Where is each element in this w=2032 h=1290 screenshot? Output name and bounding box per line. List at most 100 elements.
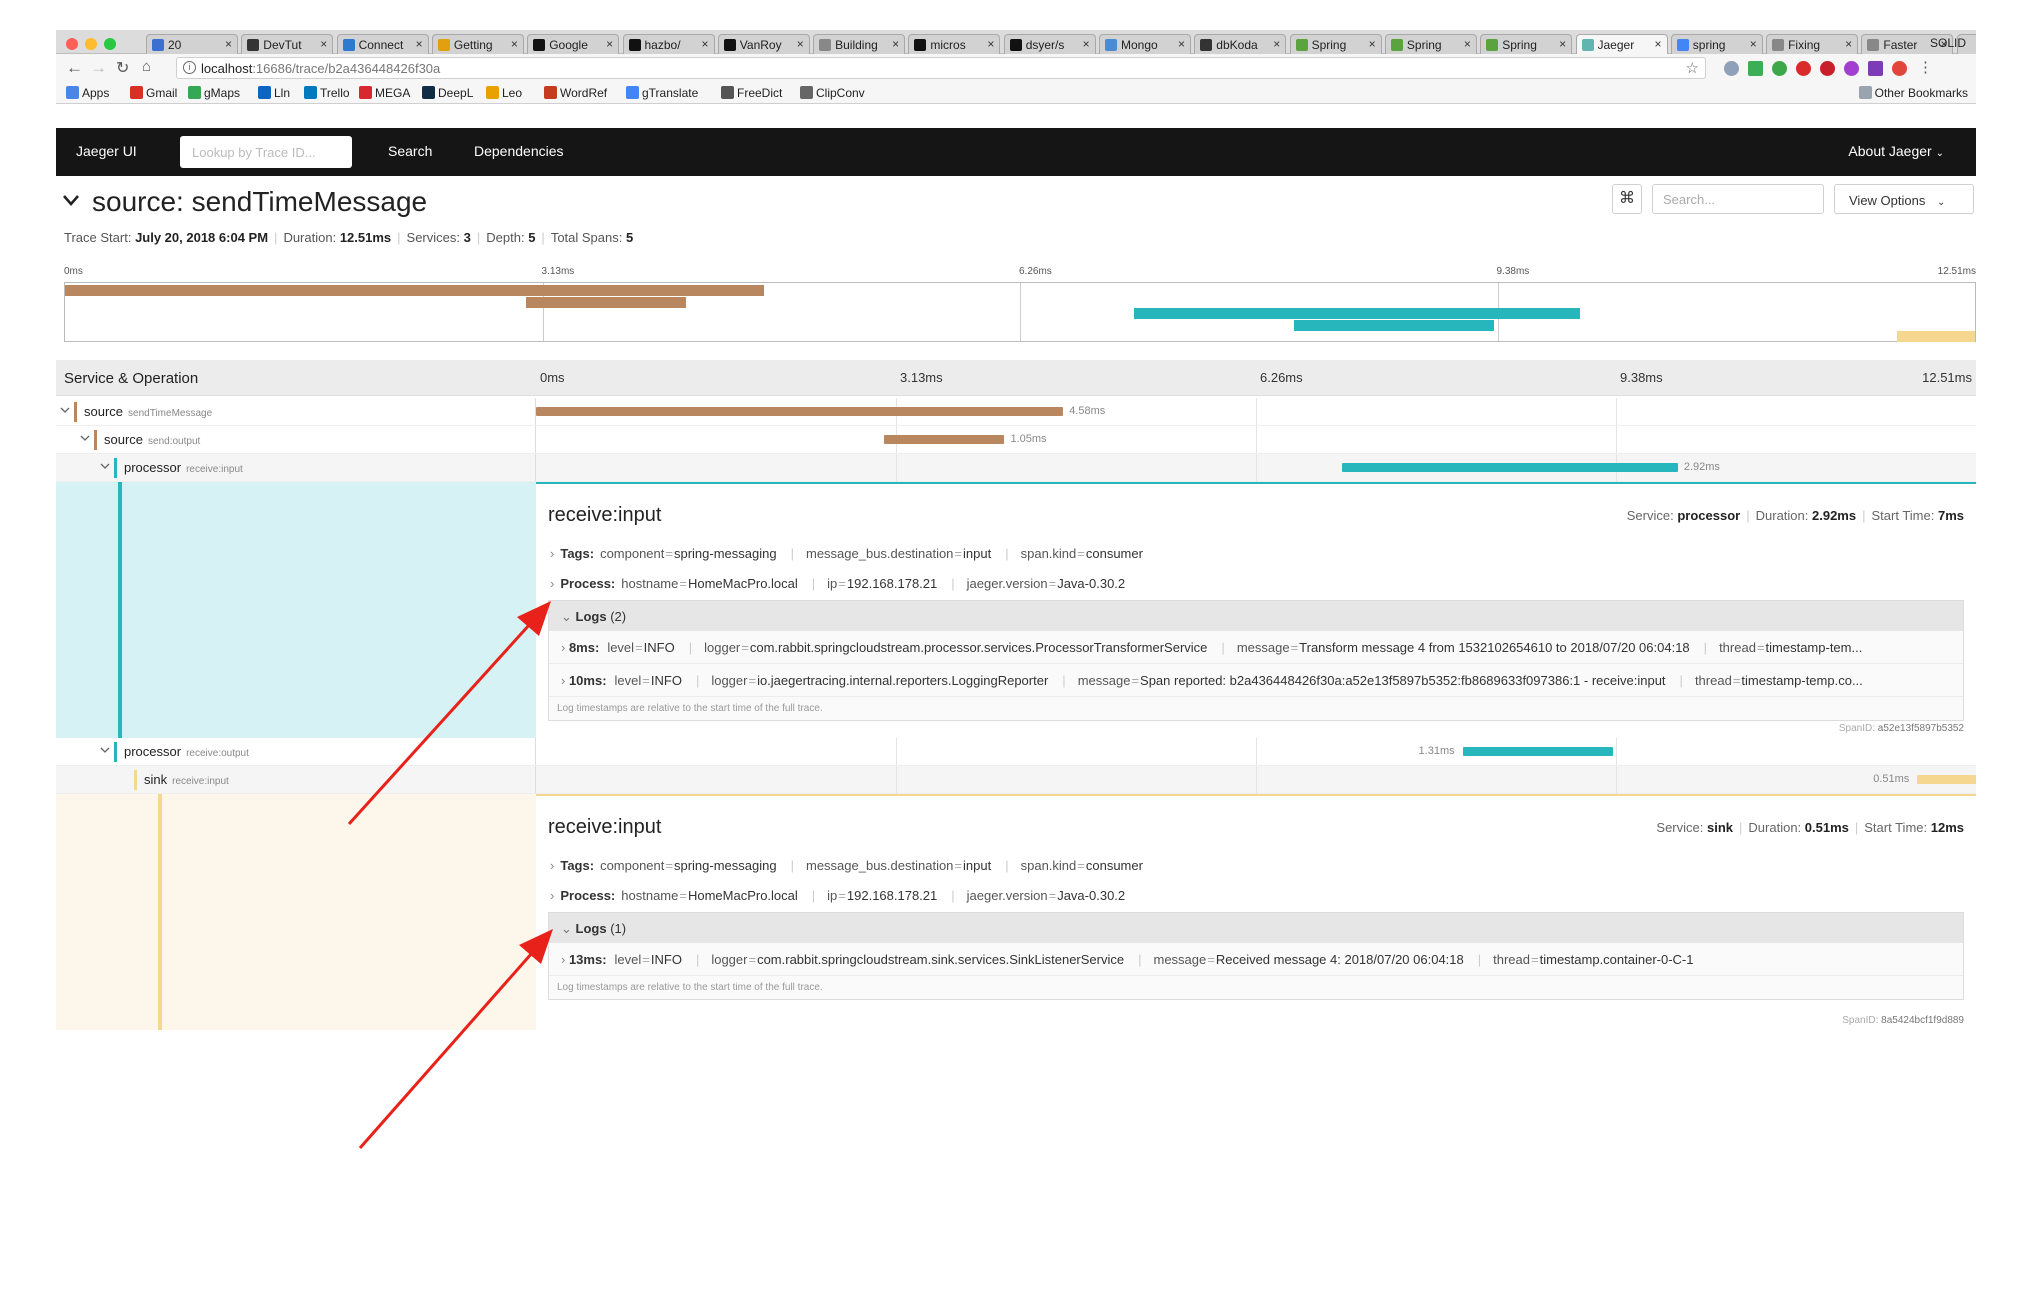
tags-section[interactable]: › Tags: component=spring-messaging | message…	[550, 858, 1157, 873]
browser-tab[interactable]: 20 ×	[146, 34, 238, 54]
url-field[interactable]: i localhost:16686/trace/b2a436448426f30a…	[176, 57, 1706, 79]
trace-minimap[interactable]: 0ms 3.13ms 6.26ms 9.38ms 12.51ms	[64, 260, 1976, 352]
browser-tab[interactable]: dbKoda ×	[1194, 34, 1287, 54]
browser-tab[interactable]: Mongo ×	[1099, 34, 1191, 54]
bookmark-item[interactable]: FreeDict	[721, 86, 782, 100]
extension-icon[interactable]	[1820, 61, 1835, 76]
tab-close-icon[interactable]: ×	[892, 37, 899, 51]
expand-toggle-icon[interactable]	[60, 405, 70, 415]
keyboard-shortcuts-button[interactable]: ⌘	[1612, 184, 1642, 214]
browser-tab[interactable]: dsyer/s ×	[1003, 34, 1096, 54]
trace-search-input[interactable]	[1652, 184, 1824, 214]
span-timeline-cell[interactable]: 2.92ms	[536, 454, 1976, 481]
span-row[interactable]: processor receive:input 2.92ms	[56, 454, 1976, 482]
browser-tab[interactable]: VanRoy ×	[717, 34, 810, 54]
browser-tab[interactable]: Google ×	[527, 34, 620, 54]
chevron-down-icon[interactable]: ⌄	[561, 921, 576, 936]
span-bar[interactable]	[1462, 747, 1614, 756]
reload-icon[interactable]: ↻	[116, 58, 129, 78]
bookmark-item[interactable]: DeepL	[422, 86, 473, 100]
span-name-cell[interactable]: source send:output	[56, 426, 536, 453]
back-arrow-icon[interactable]: ←	[66, 58, 83, 78]
browser-tab[interactable]: Building ×	[813, 34, 906, 54]
span-timeline-cell[interactable]: 4.58ms	[536, 398, 1976, 425]
home-icon[interactable]: ⌂	[142, 58, 151, 75]
other-bookmarks[interactable]: Other Bookmarks	[1858, 86, 1968, 100]
log-entry[interactable]: › 8ms: level=INFO | logger=com.rabbit.sprin…	[549, 631, 1963, 664]
chevron-right-icon[interactable]: ›	[550, 576, 554, 591]
tab-close-icon[interactable]: ×	[1083, 37, 1090, 51]
bookmark-item[interactable]: WordRef	[544, 86, 607, 100]
tab-close-icon[interactable]: ×	[701, 37, 708, 51]
tab-close-icon[interactable]: ×	[797, 37, 804, 51]
tab-close-icon[interactable]: ×	[1178, 37, 1185, 51]
extension-icon[interactable]	[1844, 61, 1859, 76]
minimap-canvas[interactable]	[64, 282, 1976, 343]
tab-close-icon[interactable]: ×	[320, 37, 327, 51]
close-window-button[interactable]	[66, 38, 78, 50]
bookmark-item[interactable]: Leo	[486, 86, 522, 100]
profile-label[interactable]: SOLID	[1930, 36, 1966, 50]
minimize-window-button[interactable]	[85, 38, 97, 50]
span-timeline-cell[interactable]: 1.31ms	[536, 738, 1976, 765]
chevron-right-icon[interactable]: ›	[550, 546, 554, 561]
tab-close-icon[interactable]: ×	[1845, 37, 1852, 51]
chevron-down-icon[interactable]: ⌄	[561, 609, 576, 624]
browser-tab[interactable]: Spring ×	[1480, 34, 1573, 54]
info-icon[interactable]: i	[183, 61, 196, 74]
about-jaeger-menu[interactable]: About Jaeger ⌄	[1848, 143, 1944, 159]
tab-close-icon[interactable]: ×	[1273, 37, 1280, 51]
tab-close-icon[interactable]: ×	[1369, 37, 1376, 51]
expand-toggle-icon[interactable]	[100, 461, 110, 471]
span-row[interactable]: sink receive:input 0.51ms	[56, 766, 1976, 794]
browser-tab[interactable]: Getting ×	[431, 34, 524, 54]
logs-toggle[interactable]: ⌄ Logs (2)	[549, 601, 1963, 631]
menu-icon[interactable]: ⋮	[1918, 58, 1933, 76]
tab-close-icon[interactable]: ×	[511, 37, 518, 51]
bookmark-item[interactable]: gMaps	[188, 86, 240, 100]
browser-tab[interactable]: micros ×	[908, 34, 1001, 54]
span-name-cell[interactable]: processor receive:input	[56, 454, 536, 481]
process-section[interactable]: › Process: hostname=HomeMacPro.local | ip=19…	[550, 888, 1139, 903]
browser-tab[interactable]: Spring ×	[1289, 34, 1382, 54]
tab-close-icon[interactable]: ×	[416, 37, 423, 51]
maximize-window-button[interactable]	[104, 38, 116, 50]
extension-icon[interactable]	[1748, 61, 1763, 76]
tab-close-icon[interactable]: ×	[606, 37, 613, 51]
browser-tab[interactable]: Jaeger ×	[1575, 34, 1668, 54]
browser-tab[interactable]: hazbo/ ×	[622, 34, 715, 54]
chevron-right-icon[interactable]: ›	[561, 673, 569, 688]
onenote-icon[interactable]	[1868, 61, 1883, 76]
tab-close-icon[interactable]: ×	[1750, 37, 1757, 51]
span-row[interactable]: source send:output 1.05ms	[56, 426, 1976, 454]
chevron-right-icon[interactable]: ›	[561, 952, 569, 967]
tab-close-icon[interactable]: ×	[225, 37, 232, 51]
tab-close-icon[interactable]: ×	[1559, 37, 1566, 51]
log-entry[interactable]: › 10ms: level=INFO | logger=io.jaegertracin…	[549, 664, 1963, 697]
span-bar[interactable]	[883, 435, 1005, 444]
span-name-cell[interactable]: sink receive:input	[56, 766, 536, 793]
brand-link[interactable]: Jaeger UI	[76, 143, 137, 159]
browser-tab[interactable]: DevTut ×	[241, 34, 334, 54]
tab-close-icon[interactable]: ×	[1464, 37, 1471, 51]
bookmark-item[interactable]: MEGA	[359, 86, 410, 100]
trace-id-lookup-input[interactable]	[180, 136, 352, 168]
forward-arrow-icon[interactable]: →	[90, 58, 107, 78]
browser-tab[interactable]: Spring ×	[1384, 34, 1477, 54]
extension-icon[interactable]	[1724, 61, 1739, 76]
process-section[interactable]: › Process: hostname=HomeMacPro.local | ip=19…	[550, 576, 1139, 591]
bookmark-item[interactable]: Apps	[66, 86, 109, 100]
span-name-cell[interactable]: processor receive:output	[56, 738, 536, 765]
log-entry[interactable]: › 13ms: level=INFO | logger=com.rabbit.spri…	[549, 943, 1963, 976]
tags-section[interactable]: › Tags: component=spring-messaging | message…	[550, 546, 1157, 561]
span-timeline-cell[interactable]: 0.51ms	[536, 766, 1976, 793]
span-row[interactable]: source sendTimeMessage 4.58ms	[56, 398, 1976, 426]
expand-toggle-icon[interactable]	[100, 745, 110, 755]
trace-title[interactable]: source: sendTimeMessage	[62, 186, 427, 218]
browser-tab[interactable]: Fixing ×	[1766, 34, 1859, 54]
browser-tab[interactable]: Connect ×	[336, 34, 429, 54]
bookmark-item[interactable]: Trello	[304, 86, 350, 100]
extension-icon[interactable]	[1772, 61, 1787, 76]
bookmark-item[interactable]: ClipConv	[800, 86, 865, 100]
nav-dependencies-link[interactable]: Dependencies	[474, 143, 564, 159]
